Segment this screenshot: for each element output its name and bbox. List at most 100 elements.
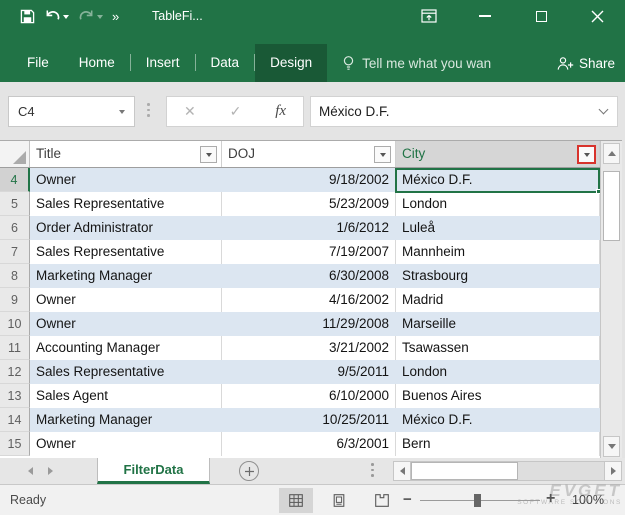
cancel-icon[interactable]: ✕ <box>184 103 196 120</box>
cell-city[interactable]: Marseille <box>396 312 600 336</box>
column-header-doj[interactable]: DOJ <box>222 141 396 167</box>
row-header[interactable]: 5 <box>0 192 30 216</box>
row-header[interactable]: 14 <box>0 408 30 432</box>
horizontal-scroll-thumb[interactable] <box>411 462 518 480</box>
view-page-layout-button[interactable] <box>322 488 356 513</box>
filter-button-doj[interactable] <box>374 146 391 163</box>
cell-city[interactable]: London <box>396 360 600 384</box>
close-button[interactable] <box>569 0 625 32</box>
scroll-left-button[interactable] <box>394 462 411 480</box>
zoom-percentage[interactable]: 100% <box>572 493 604 507</box>
cell-doj[interactable]: 1/6/2012 <box>222 216 396 240</box>
redo-button[interactable] <box>78 9 103 23</box>
cell-title[interactable]: Marketing Manager <box>30 408 222 432</box>
scroll-down-button[interactable] <box>603 436 620 457</box>
zoom-in-button[interactable]: + <box>546 490 555 508</box>
undo-button[interactable] <box>44 9 69 23</box>
zoom-slider-thumb[interactable] <box>474 494 481 507</box>
column-header-city[interactable]: City <box>396 141 600 167</box>
formula-bar-expand-icon[interactable] <box>599 105 609 115</box>
view-page-break-button[interactable] <box>365 488 399 513</box>
cell-doj[interactable]: 6/10/2000 <box>222 384 396 408</box>
vertical-scroll-thumb[interactable] <box>603 171 620 241</box>
zoom-out-button[interactable]: − <box>403 491 412 508</box>
save-icon[interactable] <box>20 9 35 24</box>
row-header[interactable]: 9 <box>0 288 30 312</box>
formula-bar-input[interactable]: México D.F. <box>310 96 618 127</box>
tab-home[interactable]: Home <box>64 44 130 82</box>
name-box-dropdown-icon[interactable] <box>119 110 125 117</box>
ribbon-display-options-icon[interactable] <box>401 0 457 32</box>
cell-city[interactable]: Tsawassen <box>396 336 600 360</box>
filter-button-city[interactable] <box>577 145 596 164</box>
tab-design[interactable]: Design <box>255 44 327 82</box>
scroll-right-button[interactable] <box>604 462 621 480</box>
cell-doj[interactable]: 7/19/2007 <box>222 240 396 264</box>
sheet-nav-next-icon[interactable] <box>48 467 57 475</box>
cell-doj[interactable]: 3/21/2002 <box>222 336 396 360</box>
column-header-title[interactable]: Title <box>30 141 222 167</box>
cell-city[interactable]: Buenos Aires <box>396 384 600 408</box>
share-button[interactable]: Share <box>556 44 615 82</box>
customize-qat-icon[interactable]: » <box>112 9 118 24</box>
cell-doj[interactable]: 11/29/2008 <box>222 312 396 336</box>
cell-city-selected[interactable]: México D.F. <box>396 168 600 192</box>
row-header[interactable]: 10 <box>0 312 30 336</box>
enter-icon[interactable]: ✓ <box>230 103 242 120</box>
cell-city[interactable]: Bern <box>396 432 600 456</box>
tab-data[interactable]: Data <box>196 44 255 82</box>
tab-insert[interactable]: Insert <box>131 44 195 82</box>
cell-title[interactable]: Owner <box>30 312 222 336</box>
redo-dropdown-icon[interactable] <box>97 15 103 22</box>
row-header[interactable]: 6 <box>0 216 30 240</box>
cell-title[interactable]: Accounting Manager <box>30 336 222 360</box>
tab-bar-resize-handle[interactable] <box>371 463 374 477</box>
tab-file[interactable]: File <box>12 44 64 82</box>
cell-doj[interactable]: 9/18/2002 <box>222 168 396 192</box>
sheet-nav-previous-icon[interactable] <box>24 467 33 475</box>
horizontal-scrollbar[interactable] <box>393 461 622 481</box>
row-header[interactable]: 13 <box>0 384 30 408</box>
vertical-scrollbar[interactable] <box>600 141 622 459</box>
new-sheet-button[interactable] <box>239 461 259 481</box>
cell-city[interactable]: Luleå <box>396 216 600 240</box>
cell-title[interactable]: Order Administrator <box>30 216 222 240</box>
cell-title[interactable]: Sales Representative <box>30 360 222 384</box>
cell-city[interactable]: México D.F. <box>396 408 600 432</box>
select-all-corner[interactable] <box>0 141 30 167</box>
cell-city[interactable]: Madrid <box>396 288 600 312</box>
row-header[interactable]: 4 <box>0 168 30 192</box>
row-header[interactable]: 12 <box>0 360 30 384</box>
formula-bar-resize-handle[interactable] <box>147 103 150 117</box>
minimize-button[interactable] <box>457 0 513 32</box>
cell-city[interactable]: Strasbourg <box>396 264 600 288</box>
scroll-up-button[interactable] <box>603 143 620 164</box>
cell-doj[interactable]: 4/16/2002 <box>222 288 396 312</box>
view-normal-button[interactable] <box>279 488 313 513</box>
cell-title[interactable]: Owner <box>30 168 222 192</box>
name-box[interactable]: C4 <box>8 96 135 127</box>
cell-doj[interactable]: 6/30/2008 <box>222 264 396 288</box>
row-header[interactable]: 7 <box>0 240 30 264</box>
cell-city[interactable]: London <box>396 192 600 216</box>
cell-title[interactable]: Marketing Manager <box>30 264 222 288</box>
cell-doj[interactable]: 9/5/2011 <box>222 360 396 384</box>
cell-doj[interactable]: 10/25/2011 <box>222 408 396 432</box>
row-header[interactable]: 11 <box>0 336 30 360</box>
insert-function-icon[interactable]: fx <box>275 103 286 120</box>
cell-title[interactable]: Sales Agent <box>30 384 222 408</box>
cell-doj[interactable]: 5/23/2009 <box>222 192 396 216</box>
row-header[interactable]: 8 <box>0 264 30 288</box>
cell-city[interactable]: Mannheim <box>396 240 600 264</box>
cell-title[interactable]: Sales Representative <box>30 192 222 216</box>
maximize-button[interactable] <box>513 0 569 32</box>
sheet-tab-filterdata[interactable]: FilterData <box>97 458 210 484</box>
cell-title[interactable]: Owner <box>30 288 222 312</box>
tell-me-box[interactable]: Tell me what you wan <box>341 44 491 82</box>
cell-title[interactable]: Owner <box>30 432 222 456</box>
undo-dropdown-icon[interactable] <box>63 15 69 22</box>
filter-button-title[interactable] <box>200 146 217 163</box>
cell-title[interactable]: Sales Representative <box>30 240 222 264</box>
row-header[interactable]: 15 <box>0 432 30 456</box>
cell-doj[interactable]: 6/3/2001 <box>222 432 396 456</box>
